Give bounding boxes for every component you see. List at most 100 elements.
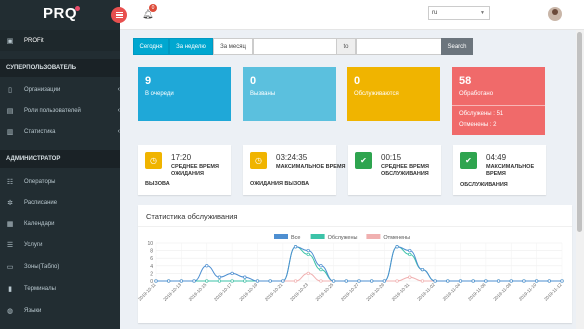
legend-swatch [366, 234, 381, 239]
card-caption: СРЕДНЕЕ ВРЕМЯ ОБСЛУЖИВАНИЯ [381, 164, 429, 177]
data-point [230, 271, 234, 276]
sidebar-item-organizations[interactable]: ▯ Организации ‹ [0, 79, 120, 100]
date-to-label: to [336, 38, 356, 55]
data-point [319, 264, 323, 268]
data-point [319, 267, 323, 272]
y-tick-label: 8 [150, 249, 153, 255]
y-tick-label: 4 [150, 264, 153, 270]
data-point [331, 279, 336, 283]
chevron-left-icon: ‹ [117, 86, 120, 93]
sidebar-item-statistics[interactable]: ▥ Статистика ‹ [0, 121, 120, 142]
stat-label: В очереди [145, 91, 174, 97]
sidebar-item-user-roles[interactable]: ▤ Роли пользователей ‹ [0, 100, 120, 121]
sidebar-item-terminals[interactable]: ▮ Терминалы [0, 278, 120, 299]
sidebar-item-label: Организации [24, 86, 61, 93]
data-point [255, 279, 260, 283]
globe-icon: ◍ [6, 307, 14, 315]
data-point [446, 279, 450, 283]
chevron-left-icon: ‹ [117, 107, 120, 114]
data-point [395, 279, 399, 283]
data-point [534, 279, 539, 283]
service-stats-panel: Статистика обслуживания Все Обслужены Отме… [138, 205, 572, 323]
stat-cancelled: Отменены : 2 [459, 122, 497, 128]
dashboard-icon: ▣ [6, 37, 14, 45]
data-point [293, 279, 298, 283]
users-icon: ☷ [6, 178, 14, 186]
data-point [547, 279, 551, 283]
card-caption-2: ОЖИДАНИЯ ВЫЗОВА [250, 181, 310, 187]
sidebar: PRQ ▣ PROFit СУПЕРПОЛЬЗОВАТЕЛЬ ▯ Организ… [0, 0, 120, 329]
services-icon: ☰ [6, 241, 14, 249]
sidebar-item-profit[interactable]: ▣ PROFit [0, 30, 120, 51]
sidebar-item-label: Языки [24, 307, 42, 314]
card-value: 03:24:35 [276, 153, 308, 162]
data-point [458, 279, 463, 283]
data-point [217, 275, 222, 279]
data-point [268, 279, 272, 283]
avatar[interactable] [548, 7, 562, 21]
users-icon: ▤ [6, 107, 14, 115]
card-avg-wait: ◷ 17:20 СРЕДНЕЕ ВРЕМЯ ОЖИДАНИЯ ВЫЗОВА [138, 145, 231, 195]
x-tick-label: 2019-10-23 [289, 282, 309, 302]
check-icon: ✔ [355, 152, 372, 169]
filter-month-button[interactable]: За месяц [213, 38, 253, 55]
gear-icon: ✲ [7, 199, 13, 207]
card-caption: МАКСИМАЛЬНОЕ ВРЕМЯ [486, 164, 535, 177]
sidebar-item-label: Операторы [24, 178, 56, 185]
data-point [484, 279, 488, 283]
data-point [243, 279, 247, 283]
x-tick-label: 2019-10-17 [213, 282, 233, 302]
sidebar-item-operators[interactable]: ☷ Операторы [0, 171, 120, 192]
legend-swatch [310, 234, 325, 239]
data-point [522, 279, 526, 283]
sidebar-item-label: Расписание [24, 199, 58, 206]
check-icon: ✔ [460, 152, 477, 169]
data-point [408, 248, 412, 253]
date-to-input[interactable] [356, 38, 442, 55]
sidebar-item-schedule[interactable]: ✲ Расписание [0, 192, 120, 213]
data-point [179, 279, 184, 283]
data-point [306, 248, 310, 253]
data-point [281, 279, 285, 283]
search-button[interactable]: Search [441, 38, 473, 55]
sidebar-item-languages[interactable]: ◍ Языки [0, 300, 120, 321]
scrollbar-thumb[interactable] [577, 32, 582, 232]
card-value: 04:49 [486, 153, 507, 162]
x-tick-label: 2019-10-13 [162, 282, 182, 302]
section-header-superuser: СУПЕРПОЛЬЗОВАТЕЛЬ [0, 59, 120, 77]
filter-week-button[interactable]: За неделю [169, 38, 213, 55]
x-tick-label: 2019-11-02 [416, 282, 436, 302]
card-value: 00:15 [381, 153, 402, 162]
card-caption: СРЕДНЕЕ ВРЕМЯ ОЖИДАНИЯ [171, 164, 219, 177]
line-chart: Все Обслужены Отменены02468102019-10-11 201… [138, 234, 564, 302]
stat-box-queue: 9 В очереди [138, 67, 231, 121]
sidebar-item-calendars[interactable]: ▦ Календари [0, 213, 120, 234]
logo[interactable]: PRQ [0, 0, 120, 30]
divider [452, 105, 545, 106]
monitor-icon: ▭ [6, 263, 14, 271]
data-point [344, 279, 348, 283]
terminal-icon: ▮ [8, 285, 12, 293]
language-select[interactable]: ru ▼ [428, 6, 490, 20]
legend-label: Все [291, 235, 300, 241]
data-point [154, 279, 158, 283]
filter-today-button[interactable]: Сегодня [133, 38, 169, 55]
sidebar-item-label: Терминалы [24, 285, 56, 292]
data-point [420, 267, 425, 272]
menu-toggle-button[interactable] [111, 7, 127, 23]
sidebar-item-services[interactable]: ☰ Услуги [0, 234, 120, 255]
x-tick-label: 2019-10-19 [238, 282, 258, 302]
stat-label: Обработано [459, 91, 494, 97]
card-caption-2: ВЫЗОВА [145, 181, 170, 187]
card-avg-service: ✔ 00:15 СРЕДНЕЕ ВРЕМЯ ОБСЛУЖИВАНИЯ [348, 145, 441, 195]
data-point [395, 245, 399, 249]
sidebar-item-zones[interactable]: ▭ Зоны(Табло) [0, 256, 120, 277]
data-point [370, 279, 374, 283]
sidebar-item-label: PROFit [24, 37, 44, 44]
sidebar-item-label: Услуги [24, 241, 43, 248]
y-tick-label: 2 [150, 271, 153, 277]
section-header-admin: АДМИНИСТРАТОР [0, 150, 120, 168]
stat-label: Вызваны [250, 91, 276, 97]
stat-box-called: 0 Вызваны [243, 67, 336, 121]
y-tick-label: 10 [147, 241, 153, 247]
